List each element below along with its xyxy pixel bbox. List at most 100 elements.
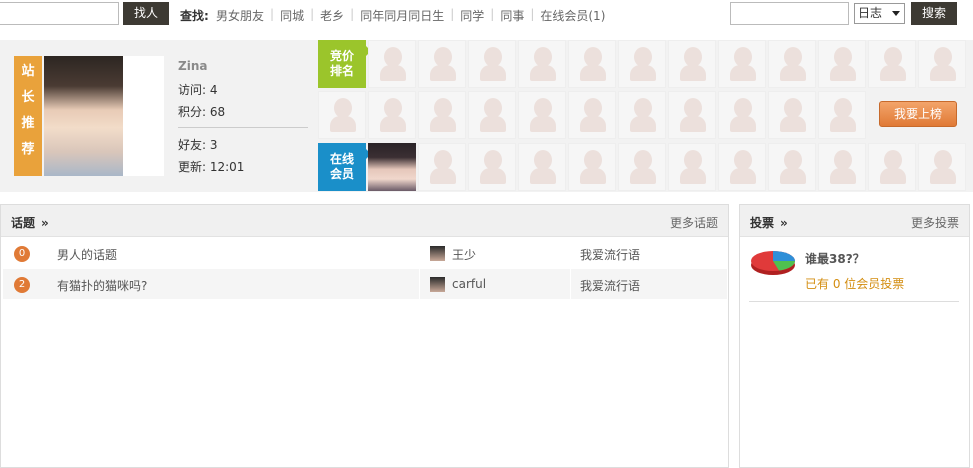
empty-slot[interactable] <box>668 143 716 191</box>
search-type-select[interactable]: 日志 <box>854 3 905 24</box>
more-votes-link[interactable]: 更多投票 <box>911 214 959 231</box>
user-placeholder-icon <box>930 47 956 81</box>
empty-slot[interactable] <box>768 143 816 191</box>
avatar <box>44 56 123 176</box>
user-placeholder-icon <box>380 47 406 81</box>
featured-user-name[interactable]: Zina <box>178 59 308 79</box>
topic-subject-link[interactable]: 男人的话题 <box>57 246 117 263</box>
user-placeholder-icon <box>530 150 556 184</box>
online-members-badge: 在线 会员 <box>318 143 371 191</box>
empty-slot[interactable] <box>918 40 966 88</box>
empty-slot[interactable] <box>768 40 816 88</box>
link-same-city[interactable]: 同城 <box>280 7 304 24</box>
empty-slot[interactable] <box>818 91 866 139</box>
pie-chart-icon <box>751 251 795 275</box>
user-placeholder-icon <box>430 47 456 81</box>
empty-slot[interactable] <box>868 40 916 88</box>
points-count: 积分: 68 <box>178 105 226 119</box>
link-online-members[interactable]: 在线会员(1) <box>540 7 605 24</box>
user-placeholder-icon <box>830 150 856 184</box>
user-placeholder-icon <box>630 47 656 81</box>
search-filter-links: 男女朋友 | 同城 | 老乡 | 同年同月同日生 | 同学 | 同事 | 在线会员(1) <box>216 7 606 24</box>
more-topics-link[interactable]: 更多话题 <box>670 214 718 231</box>
user-placeholder-icon <box>330 98 356 132</box>
user-placeholder-icon <box>930 150 956 184</box>
table-row: 2 有猫扑的猫咪吗? carful 我爱流行语 <box>3 269 727 299</box>
divider <box>178 127 308 128</box>
people-search-input[interactable] <box>0 2 119 25</box>
empty-slot[interactable] <box>418 143 466 191</box>
empty-slot[interactable] <box>468 91 516 139</box>
empty-slot[interactable] <box>468 143 516 191</box>
empty-slot[interactable] <box>368 40 416 88</box>
empty-slot[interactable] <box>868 143 916 191</box>
poll-title-link[interactable]: 谁最38?？ <box>805 250 865 267</box>
online-member-avatar[interactable] <box>368 143 416 191</box>
empty-slot[interactable] <box>518 91 566 139</box>
user-placeholder-icon <box>880 150 906 184</box>
empty-slot[interactable] <box>718 143 766 191</box>
empty-slot[interactable] <box>568 91 616 139</box>
featured-user-photo[interactable] <box>44 56 164 176</box>
empty-slot[interactable] <box>818 40 866 88</box>
empty-slot[interactable] <box>368 91 416 139</box>
divider <box>749 301 959 302</box>
reply-count-badge: 0 <box>14 246 30 262</box>
topic-subject-link[interactable]: 有猫扑的猫咪吗? <box>57 277 147 294</box>
empty-slot[interactable] <box>818 143 866 191</box>
keyword-search-input[interactable] <box>730 2 849 25</box>
link-classmates[interactable]: 同学 <box>460 7 484 24</box>
user-placeholder-icon <box>480 98 506 132</box>
empty-slot[interactable] <box>618 91 666 139</box>
empty-slot[interactable] <box>318 91 366 139</box>
user-placeholder-icon <box>830 98 856 132</box>
empty-slot[interactable] <box>568 143 616 191</box>
empty-slot[interactable] <box>518 143 566 191</box>
user-placeholder-icon <box>780 47 806 81</box>
user-placeholder-icon <box>680 98 706 132</box>
search-type-value: 日志 <box>858 6 883 20</box>
empty-slot[interactable] <box>518 40 566 88</box>
user-placeholder-icon <box>630 98 656 132</box>
empty-slot[interactable] <box>618 143 666 191</box>
search-button[interactable]: 搜索 <box>911 2 957 25</box>
topic-author-link[interactable]: carful <box>452 277 486 291</box>
topic-author-link[interactable]: 王少 <box>452 246 476 263</box>
link-hometown[interactable]: 老乡 <box>320 7 344 24</box>
empty-slot[interactable] <box>668 91 716 139</box>
empty-slot[interactable] <box>418 91 466 139</box>
user-placeholder-icon <box>480 150 506 184</box>
double-chevron-right-icon: » <box>780 216 788 230</box>
empty-slot[interactable] <box>468 40 516 88</box>
link-friends[interactable]: 男女朋友 <box>216 7 264 24</box>
empty-slot[interactable] <box>568 40 616 88</box>
user-placeholder-icon <box>530 47 556 81</box>
votes-title: 投票 <box>750 216 775 230</box>
empty-slot[interactable] <box>718 40 766 88</box>
empty-slot[interactable] <box>668 40 716 88</box>
empty-slot[interactable] <box>718 91 766 139</box>
empty-slot[interactable] <box>618 40 666 88</box>
top-search-bar: 找人 查找: 男女朋友 | 同城 | 老乡 | 同年同月同日生 | 同学 | 同事 | 在线… <box>0 0 973 28</box>
find-people-button[interactable]: 找人 <box>123 2 169 25</box>
link-same-birthday[interactable]: 同年同月同日生 <box>360 7 444 24</box>
search-label: 查找: <box>180 9 209 23</box>
poll-vote-count: 已有 0 位会员投票 <box>805 277 905 291</box>
user-placeholder-icon <box>680 47 706 81</box>
votes-header: 投票 » 更多投票 <box>740 205 969 237</box>
user-avatar-icon[interactable] <box>430 277 445 292</box>
user-avatar-icon[interactable] <box>430 246 445 261</box>
empty-slot[interactable] <box>918 143 966 191</box>
empty-slot[interactable] <box>768 91 816 139</box>
link-colleagues[interactable]: 同事 <box>500 7 524 24</box>
get-ranked-button[interactable]: 我要上榜 <box>879 101 957 127</box>
user-placeholder-icon <box>430 150 456 184</box>
topics-header: 话题 » 更多话题 <box>1 205 728 237</box>
topic-group-link[interactable]: 我爱流行语 <box>580 277 640 294</box>
topics-title: 话题 <box>11 216 36 230</box>
empty-slot[interactable] <box>418 40 466 88</box>
topic-group-link[interactable]: 我爱流行语 <box>580 246 640 263</box>
user-placeholder-icon <box>530 98 556 132</box>
recommended-ribbon: 站长推荐 <box>14 56 42 176</box>
table-row: 0 男人的话题 王少 我爱流行语 <box>3 238 727 268</box>
